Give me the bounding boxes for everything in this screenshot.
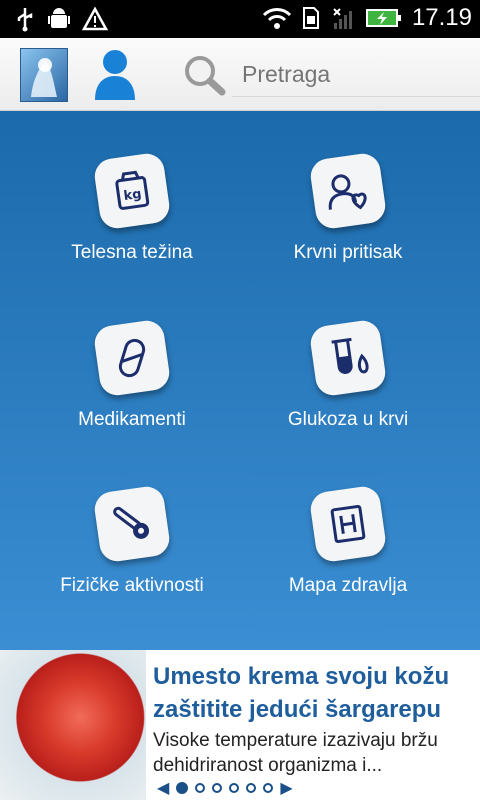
next-arrow-icon[interactable]: ▶ (280, 780, 292, 796)
tile-label: Telesna težina (71, 242, 193, 263)
pager-dot[interactable] (246, 783, 257, 793)
warning-icon (82, 7, 108, 31)
pager-dot[interactable] (212, 783, 223, 793)
tile-label: Medikamenti (78, 409, 186, 430)
tile-fizicke-aktivnosti[interactable]: Fizičke aktivnosti (32, 484, 232, 639)
svg-text:kg: kg (123, 187, 143, 204)
tile-mapa-zdravlja[interactable]: Mapa zdravlja (248, 484, 448, 639)
news-title[interactable]: Umesto krema svoju kožu zaštitite jedući… (153, 660, 473, 726)
pager-dot[interactable] (195, 783, 206, 793)
previous-arrow-icon[interactable]: ◀ (157, 780, 169, 796)
blood-pressure-icon (308, 151, 388, 231)
tomato-image (0, 650, 146, 800)
wifi-icon (262, 8, 292, 29)
hospital-icon (308, 484, 388, 564)
tile-label: Krvni pritisak (293, 242, 403, 263)
signal-icon (333, 8, 352, 29)
sim-card-icon (302, 7, 319, 29)
statue-logo-icon (31, 58, 57, 97)
search-input[interactable] (232, 52, 480, 97)
glucose-icon (308, 318, 388, 398)
pager-dot[interactable] (263, 783, 274, 793)
main-menu-grid: kg Telesna težina Krvni pritisak Medikam… (0, 111, 480, 650)
thermometer-icon (92, 484, 172, 564)
news-snippet: Visoke temperature izazivaju bržu dehidr… (153, 730, 438, 776)
search-button[interactable] (180, 52, 228, 98)
app-header (0, 38, 480, 111)
pager-dot[interactable] (176, 782, 189, 794)
app-logo[interactable] (20, 48, 68, 102)
tile-label: Fizičke aktivnosti (60, 575, 204, 596)
notification-icons (14, 6, 108, 32)
tile-glukoza-u-krvi[interactable]: Glukoza u krvi (248, 318, 448, 473)
system-icons: 17.19 (262, 5, 472, 31)
usb-icon (17, 8, 33, 32)
status-time: 17.19 (411, 4, 472, 31)
search-icon (185, 56, 226, 96)
pill-icon (92, 318, 172, 398)
weight-icon: kg (92, 151, 172, 231)
battery-charging-icon (365, 9, 401, 27)
person-icon (95, 50, 135, 100)
news-banner[interactable]: Umesto krema svoju kožu zaštitite jedući… (0, 650, 480, 800)
android-debug-icon (48, 8, 70, 28)
status-bar: 17.19 (0, 0, 480, 38)
tile-label: Glukoza u krvi (287, 409, 409, 430)
tile-telesna-tezina[interactable]: kg Telesna težina (32, 151, 232, 306)
tile-krvni-pritisak[interactable]: Krvni pritisak (248, 151, 448, 306)
tile-medikamenti[interactable]: Medikamenti (32, 318, 232, 473)
profile-button[interactable] (91, 46, 139, 102)
tile-label: Mapa zdravlja (288, 575, 408, 596)
pager-dot[interactable] (229, 783, 240, 793)
carousel-pager: ◀ ▶ (157, 780, 293, 796)
